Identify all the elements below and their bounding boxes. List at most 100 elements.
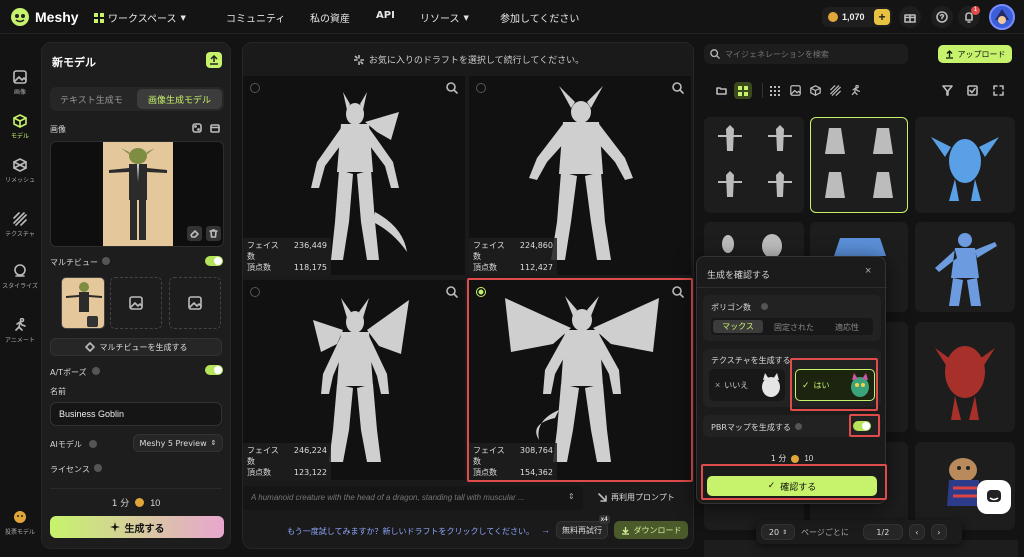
rail-texture[interactable]: テクスチャ xyxy=(0,212,40,238)
draft-3[interactable]: フェイス数 246,224 頂点数 123,122 xyxy=(243,280,465,480)
delete-image-button[interactable] xyxy=(206,226,221,241)
nav-community[interactable]: コミュニティ xyxy=(226,10,285,25)
grid-view-button[interactable] xyxy=(734,82,752,99)
chevron-right-icon: › xyxy=(937,527,941,537)
poly-option-max[interactable]: マックス xyxy=(713,320,763,333)
draft-hint: お気に入りのドラフトを選択して続行してください。 xyxy=(243,53,695,66)
chat-button[interactable] xyxy=(977,480,1011,514)
zoom-icon[interactable] xyxy=(446,286,458,298)
mode-tabs: テキスト生成モ 画像生成モデル xyxy=(50,87,224,111)
close-icon[interactable]: × xyxy=(865,265,871,277)
generation-tile-active[interactable] xyxy=(810,117,908,213)
search-bar[interactable] xyxy=(704,44,908,64)
name-label: 名前 xyxy=(50,387,66,396)
generate-multiview-button[interactable]: マルチビューを生成する xyxy=(50,338,222,356)
chevron-down-icon: ▼ xyxy=(180,13,186,22)
nav-assets[interactable]: 私の資産 xyxy=(310,10,350,25)
page-input[interactable]: 1/2 xyxy=(862,524,903,540)
page-size-select[interactable]: 20 ⇕ xyxy=(761,524,795,540)
multiview-toggle[interactable] xyxy=(205,256,223,266)
avatar[interactable] xyxy=(989,4,1015,30)
running-icon[interactable] xyxy=(850,85,861,96)
upload-icon xyxy=(210,55,218,65)
image-upload-area[interactable] xyxy=(50,141,224,247)
chevron-updown-icon[interactable]: ⇕ xyxy=(568,492,575,501)
export-button[interactable] xyxy=(206,52,222,68)
panel-title: 新モデル xyxy=(52,56,96,69)
coin-icon xyxy=(828,12,838,22)
nav-api[interactable]: API xyxy=(376,10,395,21)
cube-icon[interactable] xyxy=(810,85,821,96)
generation-tile[interactable] xyxy=(915,322,1015,432)
texture-icon[interactable] xyxy=(830,85,841,96)
faces-value: 236,449 xyxy=(293,241,327,250)
dense-grid-icon[interactable] xyxy=(770,86,780,96)
multiview-slot-3[interactable] xyxy=(169,277,221,329)
upload-button[interactable]: アップロード xyxy=(938,45,1012,63)
generation-tile[interactable] xyxy=(915,117,1015,213)
filter-icon[interactable] xyxy=(942,85,953,96)
rail-animate[interactable]: アニメート xyxy=(0,318,40,344)
trash-icon[interactable] xyxy=(87,316,98,327)
gallery-icon[interactable] xyxy=(210,123,220,133)
poly-option-fixed[interactable]: 固定された xyxy=(767,322,821,333)
nav-workspace[interactable]: ワークスペース ▼ xyxy=(94,10,186,25)
name-input[interactable]: Business Goblin xyxy=(50,402,222,426)
credit-cost: 10 xyxy=(150,497,161,508)
multiview-slot-2[interactable] xyxy=(110,277,162,329)
gift-button[interactable] xyxy=(899,6,921,28)
free-retry-button[interactable]: 無料再試行 x4 xyxy=(556,515,610,539)
dice-icon[interactable] xyxy=(192,123,202,133)
notifications-button[interactable]: 1 xyxy=(958,6,980,28)
image-icon[interactable] xyxy=(790,85,801,96)
divider xyxy=(697,287,887,288)
download-button[interactable]: ダウンロード xyxy=(614,521,688,539)
search-input[interactable] xyxy=(725,49,895,59)
draft-radio[interactable] xyxy=(476,83,486,93)
poly-option-adaptive[interactable]: 適応性 xyxy=(823,322,871,333)
brand-logo[interactable]: Meshy xyxy=(10,7,79,27)
zoom-icon[interactable] xyxy=(446,82,458,94)
polygon-section: ポリゴン数 マックス 固定された 適応性 xyxy=(703,295,881,341)
texture-no-option[interactable]: × いいえ xyxy=(709,369,785,401)
expand-icon[interactable] xyxy=(993,85,1004,96)
help-button[interactable] xyxy=(931,6,953,28)
zoom-icon[interactable] xyxy=(672,82,684,94)
image-label: 画像 xyxy=(50,125,66,134)
checkbox-icon[interactable] xyxy=(967,85,978,96)
credits-badge[interactable]: 1,070 + xyxy=(822,7,892,27)
x-icon: × xyxy=(715,380,721,390)
retry-hint[interactable]: もう一度試してみますか？新しいドラフトをクリックしてください。 xyxy=(287,526,534,537)
rail-image[interactable]: 画像 xyxy=(0,70,40,96)
folder-icon[interactable] xyxy=(716,85,727,96)
generation-tile[interactable] xyxy=(915,222,1015,312)
next-page-button[interactable]: › xyxy=(930,524,947,540)
eraser-icon xyxy=(190,230,199,238)
rail-stylize[interactable]: スタイライズ xyxy=(0,264,40,290)
draft-radio[interactable] xyxy=(250,287,260,297)
draft-2[interactable]: フェイス数 224,860 頂点数 112,427 xyxy=(469,76,691,275)
ai-model-select[interactable]: Meshy 5 Preview ⇕ xyxy=(133,434,223,452)
multiview-slot-1[interactable] xyxy=(61,277,105,329)
nav-join[interactable]: 参加してください xyxy=(500,10,579,25)
prompt-field[interactable]: A humanoid creature with the head of a d… xyxy=(243,486,583,510)
draft-1[interactable]: フェイス数 236,449 頂点数 118,175 xyxy=(243,76,465,275)
rail-remesh[interactable]: リメッシュ xyxy=(0,158,40,184)
chevron-updown-icon: ⇕ xyxy=(782,528,788,536)
atpose-toggle[interactable] xyxy=(205,365,223,375)
generation-tile[interactable] xyxy=(704,117,804,213)
add-image-icon xyxy=(188,296,202,310)
page-size-value: 20 xyxy=(768,527,780,537)
tab-image-to-model[interactable]: 画像生成モデル xyxy=(137,89,222,109)
reuse-prompt-button[interactable]: 再利用プロンプト xyxy=(598,492,675,503)
prev-page-button[interactable]: ‹ xyxy=(908,524,925,540)
nav-resources[interactable]: リソース ▼ xyxy=(420,10,469,26)
eraser-button[interactable] xyxy=(187,226,202,241)
generate-button[interactable]: 生成する xyxy=(50,516,224,538)
tab-text-to-model[interactable]: テキスト生成モ xyxy=(60,93,123,106)
draft-radio[interactable] xyxy=(250,83,260,93)
ai-model-value: Meshy 5 Preview xyxy=(139,438,207,448)
rail-vote[interactable]: 投票モデル xyxy=(0,510,40,536)
add-credits-button[interactable]: + xyxy=(874,9,890,25)
rail-model[interactable]: モデル xyxy=(0,114,40,140)
